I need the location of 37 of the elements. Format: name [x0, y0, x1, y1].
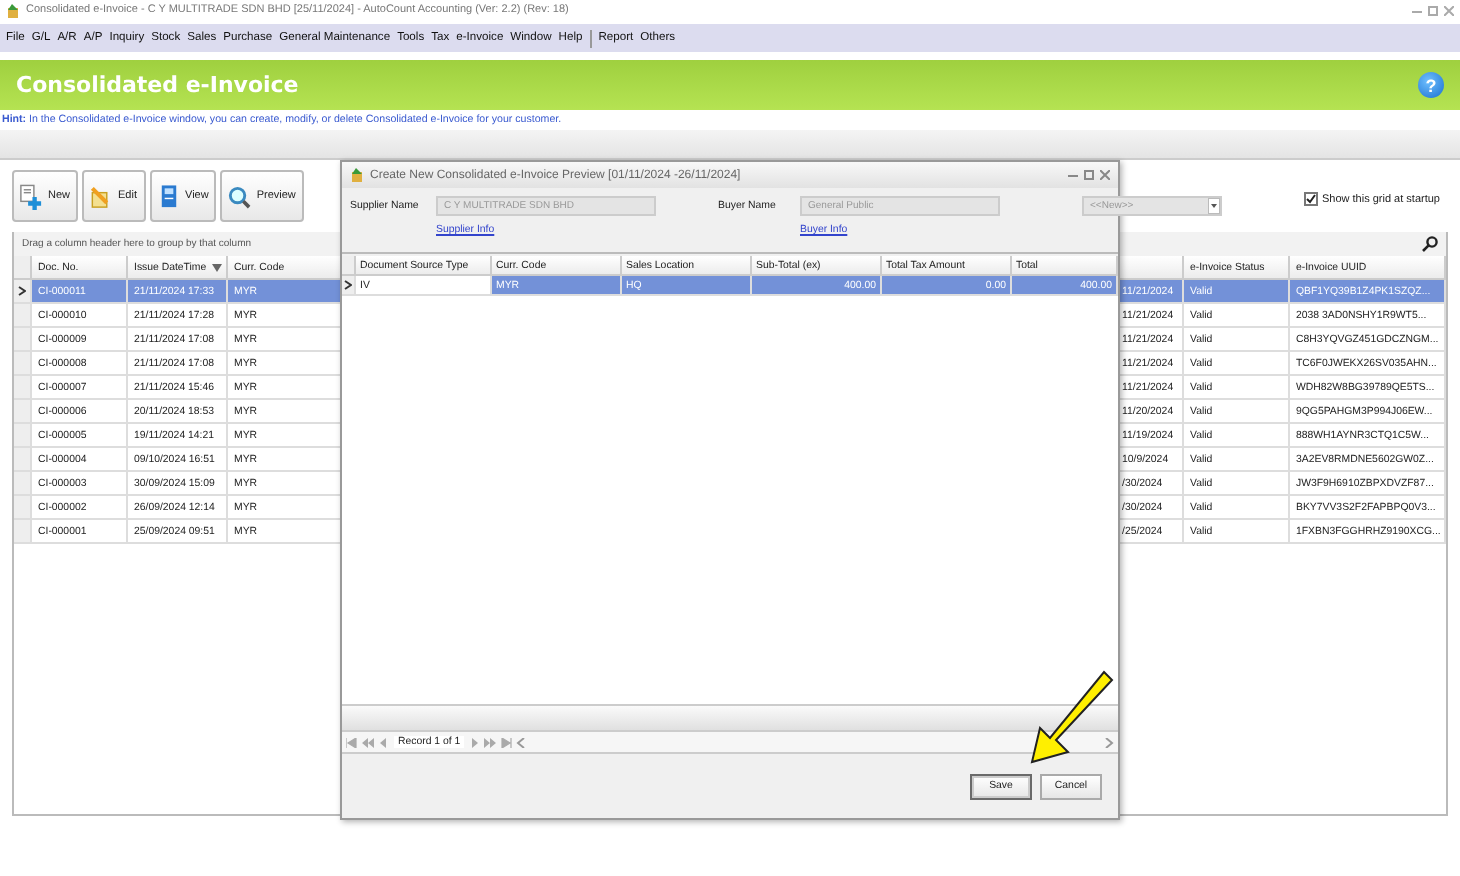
first-record-icon	[346, 737, 358, 747]
row-header-cell[interactable]	[14, 448, 32, 472]
row-header-cell[interactable]	[14, 472, 32, 496]
minimize-icon	[1412, 5, 1422, 15]
row-header-cell[interactable]	[14, 376, 32, 400]
app-icon	[350, 168, 364, 182]
row-header-cell[interactable]	[14, 400, 32, 424]
dropdown-arrow-icon	[1208, 198, 1220, 214]
last-record-icon	[500, 737, 513, 747]
minimize-icon	[1068, 170, 1078, 180]
next-page-icon	[484, 737, 497, 747]
close-icon	[1444, 5, 1454, 15]
row-header-cell[interactable]	[14, 328, 32, 352]
maximize-icon	[1428, 5, 1438, 15]
row-header-cell[interactable]	[14, 496, 32, 520]
magnifier-icon	[226, 183, 253, 209]
row-header-cell[interactable]	[14, 424, 32, 448]
row-header-cell[interactable]	[14, 280, 32, 304]
maximize-icon	[1084, 170, 1094, 180]
previous-record-icon	[378, 737, 390, 747]
row-header-cell[interactable]	[14, 304, 32, 328]
search-icon	[1422, 236, 1438, 252]
checkbox[interactable]	[1303, 192, 1318, 206]
scroll-right-icon	[1102, 737, 1114, 747]
row-header-cell[interactable]	[14, 352, 32, 376]
row-header-cell[interactable]	[14, 520, 32, 544]
sort-arrow-icon	[212, 263, 222, 271]
new-document-icon	[18, 183, 44, 209]
page-title: Consolidated e-Invoice	[16, 72, 299, 98]
next-record-icon	[468, 737, 481, 747]
row-indicator-icon	[18, 286, 26, 296]
row-indicator-icon	[344, 280, 352, 290]
previous-page-icon	[362, 737, 374, 747]
close-icon	[1100, 170, 1110, 180]
scroll-left-icon	[516, 737, 529, 747]
column-header[interactable]	[1120, 256, 1184, 280]
app-icon	[6, 3, 20, 17]
